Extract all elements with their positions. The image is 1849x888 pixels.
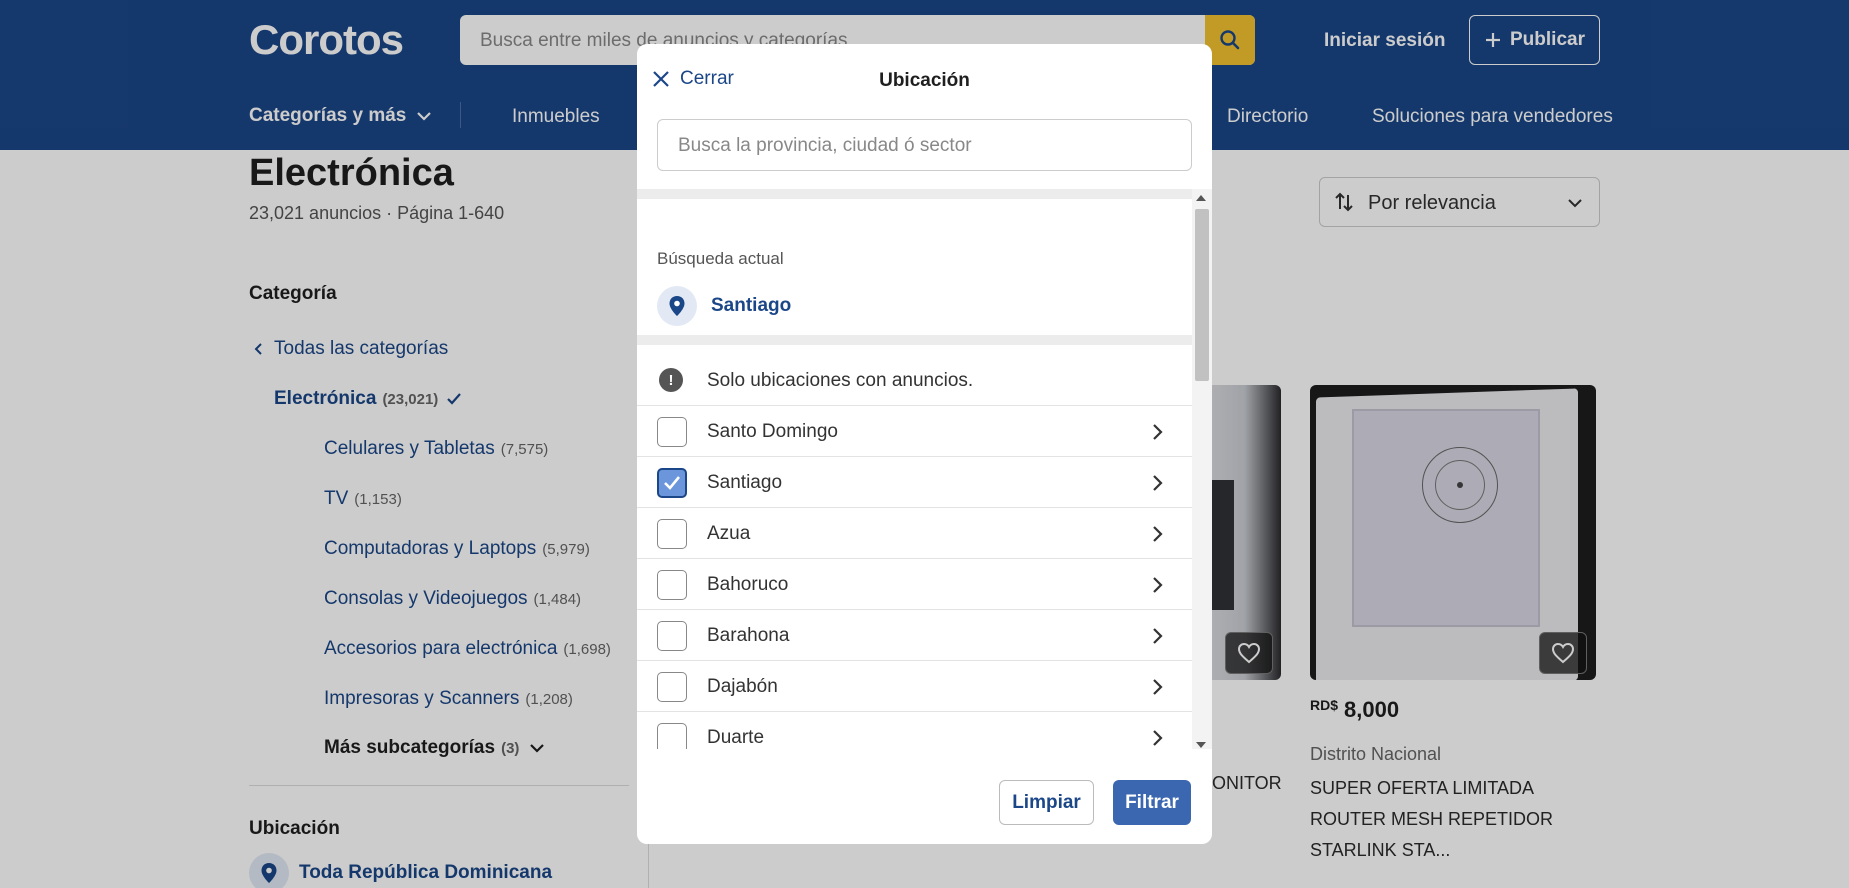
location-search-placeholder: Busca la provincia, ciudad ó sector (678, 135, 972, 156)
location-option[interactable]: Barahona (637, 610, 1192, 661)
info-note: ! Solo ubicaciones con anuncios. (637, 355, 1192, 406)
exclamation-icon: ! (659, 368, 683, 392)
location-option-label: Duarte (707, 727, 765, 748)
location-option[interactable]: Bahoruco (637, 559, 1192, 610)
location-option[interactable]: Santo Domingo (637, 406, 1192, 457)
section-divider (637, 335, 1192, 345)
info-note-text: Solo ubicaciones con anuncios. (707, 370, 974, 391)
chevron-right-icon[interactable] (1151, 423, 1163, 441)
location-modal: Cerrar Ubicación Busca la provincia, ciu… (637, 44, 1212, 844)
chevron-right-icon[interactable] (1151, 525, 1163, 543)
section-divider (637, 189, 1192, 199)
location-checkbox[interactable] (657, 672, 687, 702)
location-option-label: Azua (707, 523, 751, 544)
location-option-label: Dajabón (707, 676, 778, 697)
scroll-up-arrow[interactable] (1196, 195, 1206, 201)
scroll-down-arrow[interactable] (1196, 742, 1206, 748)
location-checkbox[interactable] (657, 468, 687, 498)
current-search-label: Búsqueda actual (657, 249, 784, 268)
check-icon (664, 476, 681, 490)
location-list: Búsqueda actual Santiago ! Solo ubicacio… (637, 189, 1212, 749)
location-checkbox[interactable] (657, 570, 687, 600)
location-option[interactable]: Dajabón (637, 661, 1192, 712)
location-option-label: Barahona (707, 625, 790, 646)
location-pin-icon (657, 286, 697, 326)
location-option-label: Santiago (707, 472, 783, 493)
chevron-right-icon[interactable] (1151, 474, 1163, 492)
clear-button[interactable]: Limpiar (999, 780, 1094, 825)
current-search-text: Santiago (711, 295, 792, 316)
current-search-value[interactable]: Santiago (657, 286, 791, 326)
location-checkbox[interactable] (657, 723, 687, 749)
location-checkbox[interactable] (657, 417, 687, 447)
chevron-right-icon[interactable] (1151, 729, 1163, 747)
location-option[interactable]: Azua (637, 508, 1192, 559)
location-option-label: Bahoruco (707, 574, 789, 595)
location-option[interactable]: Duarte (637, 712, 1192, 749)
scrollbar-thumb[interactable] (1195, 209, 1209, 381)
location-search-input[interactable]: Busca la provincia, ciudad ó sector (657, 119, 1192, 171)
filter-button[interactable]: Filtrar (1113, 780, 1191, 825)
modal-title: Ubicación (879, 70, 970, 91)
location-checkbox[interactable] (657, 519, 687, 549)
location-option-label: Santo Domingo (707, 421, 838, 442)
location-option[interactable]: Santiago (637, 457, 1192, 508)
chevron-right-icon[interactable] (1151, 627, 1163, 645)
location-checkbox[interactable] (657, 621, 687, 651)
chevron-right-icon[interactable] (1151, 576, 1163, 594)
chevron-right-icon[interactable] (1151, 678, 1163, 696)
